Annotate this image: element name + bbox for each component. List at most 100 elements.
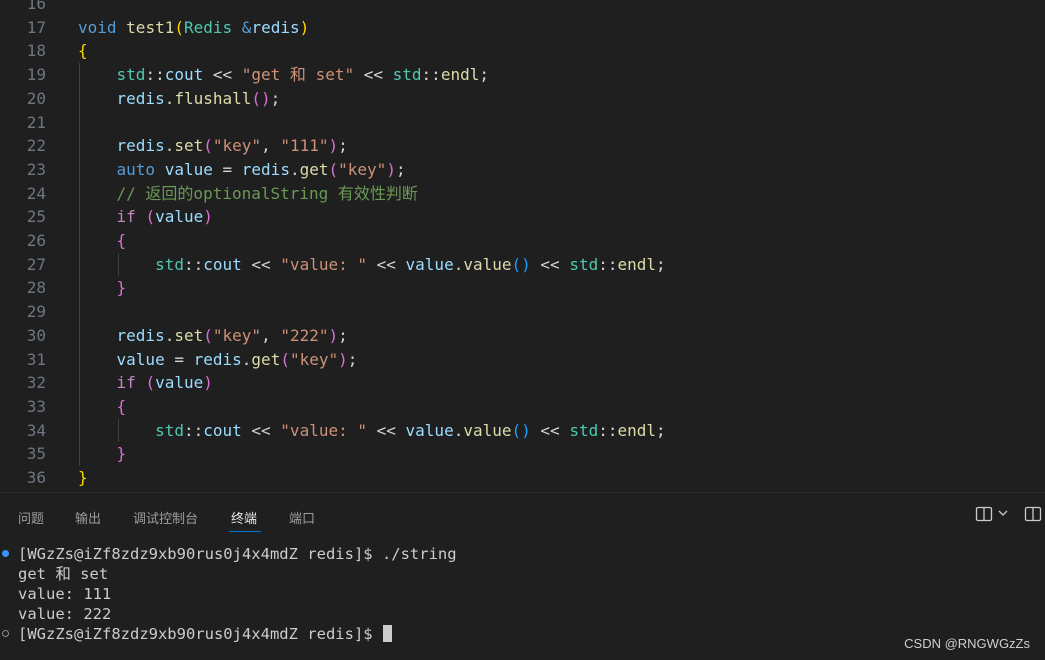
code-token: ) — [328, 325, 339, 345]
line-number: 23 — [26, 159, 46, 179]
code-text: std::cout << "get 和 set" << std::endl; — [78, 63, 489, 87]
code-token: cout — [164, 65, 204, 85]
code-token: ( — [145, 207, 156, 227]
code-line[interactable]: 19 std::cout << "get 和 set" << std::endl… — [0, 63, 1045, 87]
code-token: Redis — [183, 17, 233, 37]
code-token: ( — [203, 325, 213, 345]
terminal-line-text: value: 222 — [18, 605, 112, 623]
code-token: endl — [617, 254, 657, 274]
code-line[interactable]: 32 if (value) — [0, 371, 1045, 395]
code-token: cout — [203, 254, 242, 274]
code-line[interactable]: 22 redis.set("key", "111"); — [0, 134, 1045, 158]
terminal-output[interactable]: [WGzZs@iZf8zdz9xb90rus0j4x4mdZ redis]$ .… — [0, 540, 1045, 660]
indent-guide — [117, 418, 119, 443]
code-token: value — [463, 420, 512, 440]
tab-terminal[interactable]: 终端 — [231, 508, 257, 527]
code-token: () — [251, 88, 271, 108]
code-token: << — [367, 254, 406, 274]
code-token: << — [241, 420, 281, 440]
code-line[interactable]: 16 — [0, 0, 1045, 16]
code-token: ( — [328, 159, 339, 179]
code-token: ( — [145, 373, 156, 393]
code-token: = — [212, 159, 242, 179]
tab-output[interactable]: 输出 — [75, 508, 101, 527]
code-token: redis — [116, 136, 165, 156]
command-success-icon[interactable] — [2, 550, 9, 557]
code-token: if — [116, 373, 136, 393]
code-token: << — [530, 254, 570, 274]
code-line[interactable]: 28 } — [0, 276, 1045, 300]
code-token: { — [116, 231, 127, 250]
code-token: redis — [251, 17, 300, 37]
code-line[interactable]: 33 { — [0, 395, 1045, 419]
code-editor[interactable]: 16 17 void test1(Redis &redis) 18{19 std::c… — [0, 0, 1045, 490]
code-token: } — [116, 444, 127, 464]
code-token: "key" — [289, 349, 339, 369]
code-line[interactable]: 35 } — [0, 442, 1045, 466]
line-number: 31 — [26, 349, 46, 369]
code-line[interactable]: 24 // 返回的optionalString 有效性判断 — [0, 182, 1045, 206]
code-token: , — [261, 136, 281, 156]
code-token: value — [155, 207, 204, 227]
code-line[interactable]: 21 — [0, 111, 1045, 135]
code-token: redis — [116, 88, 165, 108]
code-token: get — [251, 349, 281, 369]
code-text: if (value) — [78, 205, 213, 229]
split-terminal-icon[interactable] — [975, 505, 993, 526]
code-token: ) — [299, 17, 310, 37]
toggle-panel-icon[interactable] — [1024, 505, 1042, 526]
code-line[interactable]: 18 { — [0, 39, 1045, 63]
line-number: 29 — [26, 302, 46, 322]
line-number: 26 — [26, 231, 46, 250]
code-text: { — [78, 229, 127, 253]
code-token: ) — [338, 349, 348, 369]
code-line[interactable]: 27 std::cout << "value: " << value.value… — [0, 253, 1045, 277]
code-token: value — [463, 254, 512, 274]
terminal-line-text: get 和 set — [18, 565, 109, 583]
code-line[interactable]: 17 void test1(Redis &redis) — [0, 16, 1045, 40]
terminal-line-text: value: 111 — [18, 585, 112, 603]
line-number: 34 — [26, 420, 46, 440]
chevron-down-icon[interactable] — [997, 507, 1009, 522]
terminal-line-text: [WGzZs@iZf8zdz9xb90rus0j4x4mdZ redis]$ .… — [18, 545, 457, 563]
code-token: , — [261, 325, 281, 345]
tab-problems[interactable]: 问题 — [18, 508, 44, 527]
code-line[interactable]: 20 redis.flushall(); — [0, 87, 1045, 111]
code-line[interactable]: 26 { — [0, 229, 1045, 253]
line-number: 17 — [26, 17, 46, 37]
code-line[interactable]: 30 redis.set("key", "222"); — [0, 324, 1045, 348]
terminal-line: [WGzZs@iZf8zdz9xb90rus0j4x4mdZ redis]$ — [18, 624, 392, 644]
tab-ports[interactable]: 端口 — [289, 508, 315, 527]
code-token: . — [164, 88, 175, 108]
line-number: 22 — [26, 136, 46, 156]
line-number: 18 — [26, 41, 46, 61]
code-token: endl — [440, 65, 480, 85]
code-token: ; — [338, 136, 348, 156]
code-text: redis.flushall(); — [78, 87, 281, 111]
code-line[interactable]: 31 value = redis.get("key"); — [0, 348, 1045, 372]
code-token: ; — [395, 159, 406, 179]
line-number: 20 — [26, 88, 46, 108]
code-line[interactable]: 34 std::cout << "value: " << value.value… — [0, 419, 1045, 443]
command-pending-icon[interactable] — [2, 630, 9, 637]
code-line[interactable]: 36} — [0, 466, 1045, 490]
code-text: { — [78, 39, 88, 63]
code-token: << — [530, 420, 570, 440]
code-text: redis.set("key", "111"); — [78, 134, 348, 158]
code-line[interactable]: 25 if (value) — [0, 205, 1045, 229]
code-token: if — [116, 207, 136, 227]
line-number: 32 — [26, 373, 46, 393]
tab-debug-console[interactable]: 调试控制台 — [133, 508, 198, 527]
code-token: auto — [116, 159, 156, 179]
code-line[interactable]: 23 auto value = redis.get("key"); — [0, 158, 1045, 182]
code-token: cout — [203, 420, 242, 440]
terminal-line: get 和 set — [18, 564, 108, 584]
code-text: if (value) — [78, 371, 213, 395]
code-line[interactable]: 29 — [0, 300, 1045, 324]
